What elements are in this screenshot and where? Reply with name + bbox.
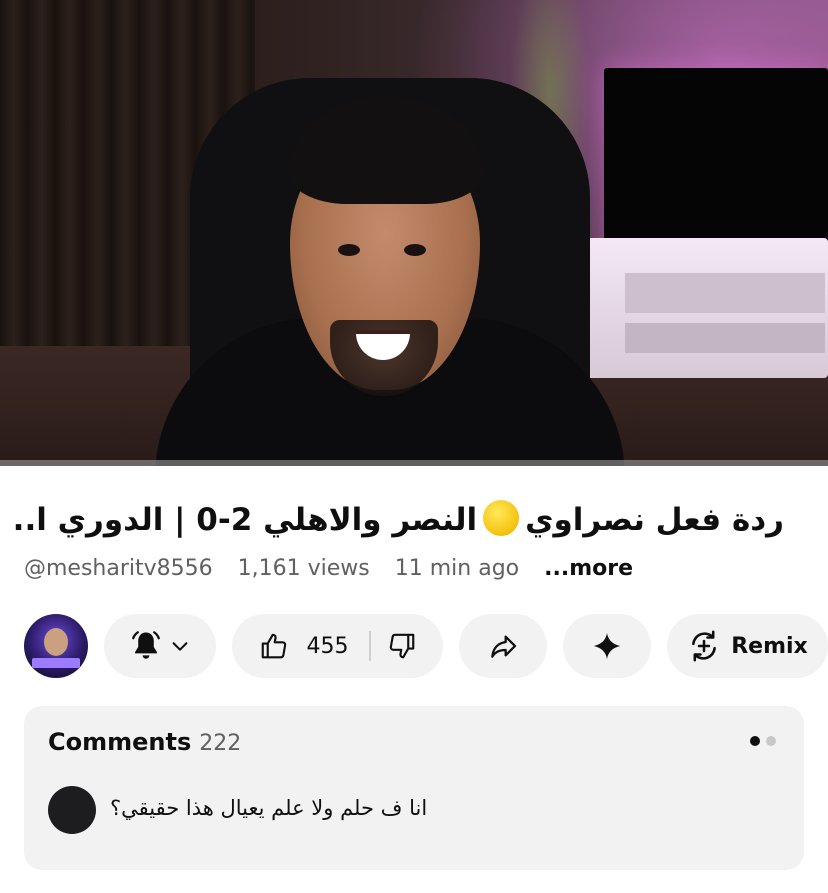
- comments-count: 222: [199, 731, 242, 756]
- view-count: 1,161 views: [237, 556, 370, 581]
- like-count: 455: [306, 633, 349, 659]
- video-title-part: النصر والاهلي 2-0 | الدوري ا...: [14, 502, 478, 538]
- share-button[interactable]: [459, 614, 547, 678]
- remix-label: Remix: [731, 633, 808, 659]
- upload-time: 11 min ago: [394, 556, 520, 581]
- top-comment-text: انا ف حلم ولا علم يعيال هذا حقيقي؟: [110, 796, 428, 820]
- more-link[interactable]: ...more: [544, 556, 633, 581]
- avatar-face: [44, 628, 68, 656]
- video-person-eye: [404, 244, 426, 256]
- pager-dot-active: [750, 736, 760, 746]
- commenter-avatar: [48, 786, 96, 834]
- thumbs-up-icon[interactable]: [259, 631, 289, 661]
- comments-heading: Comments 222: [48, 728, 241, 756]
- subscribe-bell-button[interactable]: [104, 614, 216, 678]
- avatar-banner: [32, 658, 80, 668]
- like-divider: [368, 631, 371, 661]
- video-player[interactable]: [0, 0, 828, 466]
- comments-pager-dots: [750, 736, 776, 746]
- channel-avatar[interactable]: [24, 614, 88, 678]
- bell-icon: [129, 629, 163, 663]
- tv-stand-shelf: [625, 273, 825, 313]
- video-background-tv-stand: [570, 238, 828, 378]
- video-person-eye: [338, 244, 360, 256]
- video-info-sheet: ردة فعل نصراوي النصر والاهلي 2-0 | الدوري…: [0, 466, 828, 893]
- action-bar: 455 Remix: [24, 614, 828, 678]
- comments-title: Comments: [48, 728, 192, 756]
- video-title[interactable]: ردة فعل نصراوي النصر والاهلي 2-0 | الدوري…: [14, 500, 784, 538]
- yellow-circle-emoji-icon: [483, 500, 520, 536]
- like-dislike-group: 455: [232, 614, 443, 678]
- remix-icon: [687, 629, 721, 663]
- channel-handle[interactable]: @mesharitv8556: [24, 556, 213, 581]
- video-meta: @mesharitv8556 1,161 views 11 min ago ..…: [24, 556, 651, 581]
- chevron-down-icon: [169, 635, 191, 657]
- pager-dot: [766, 736, 776, 746]
- remix-button[interactable]: Remix: [667, 614, 828, 678]
- share-icon: [487, 630, 519, 662]
- sparkle-icon: [592, 631, 622, 661]
- comments-panel[interactable]: Comments 222 انا ف حلم ولا علم يعيال هذا …: [24, 706, 804, 870]
- ask-ai-button[interactable]: [563, 614, 651, 678]
- thumbs-down-icon[interactable]: [387, 631, 417, 661]
- tv-stand-shelf: [625, 323, 825, 353]
- video-title-part: ردة فعل نصراوي: [525, 502, 784, 538]
